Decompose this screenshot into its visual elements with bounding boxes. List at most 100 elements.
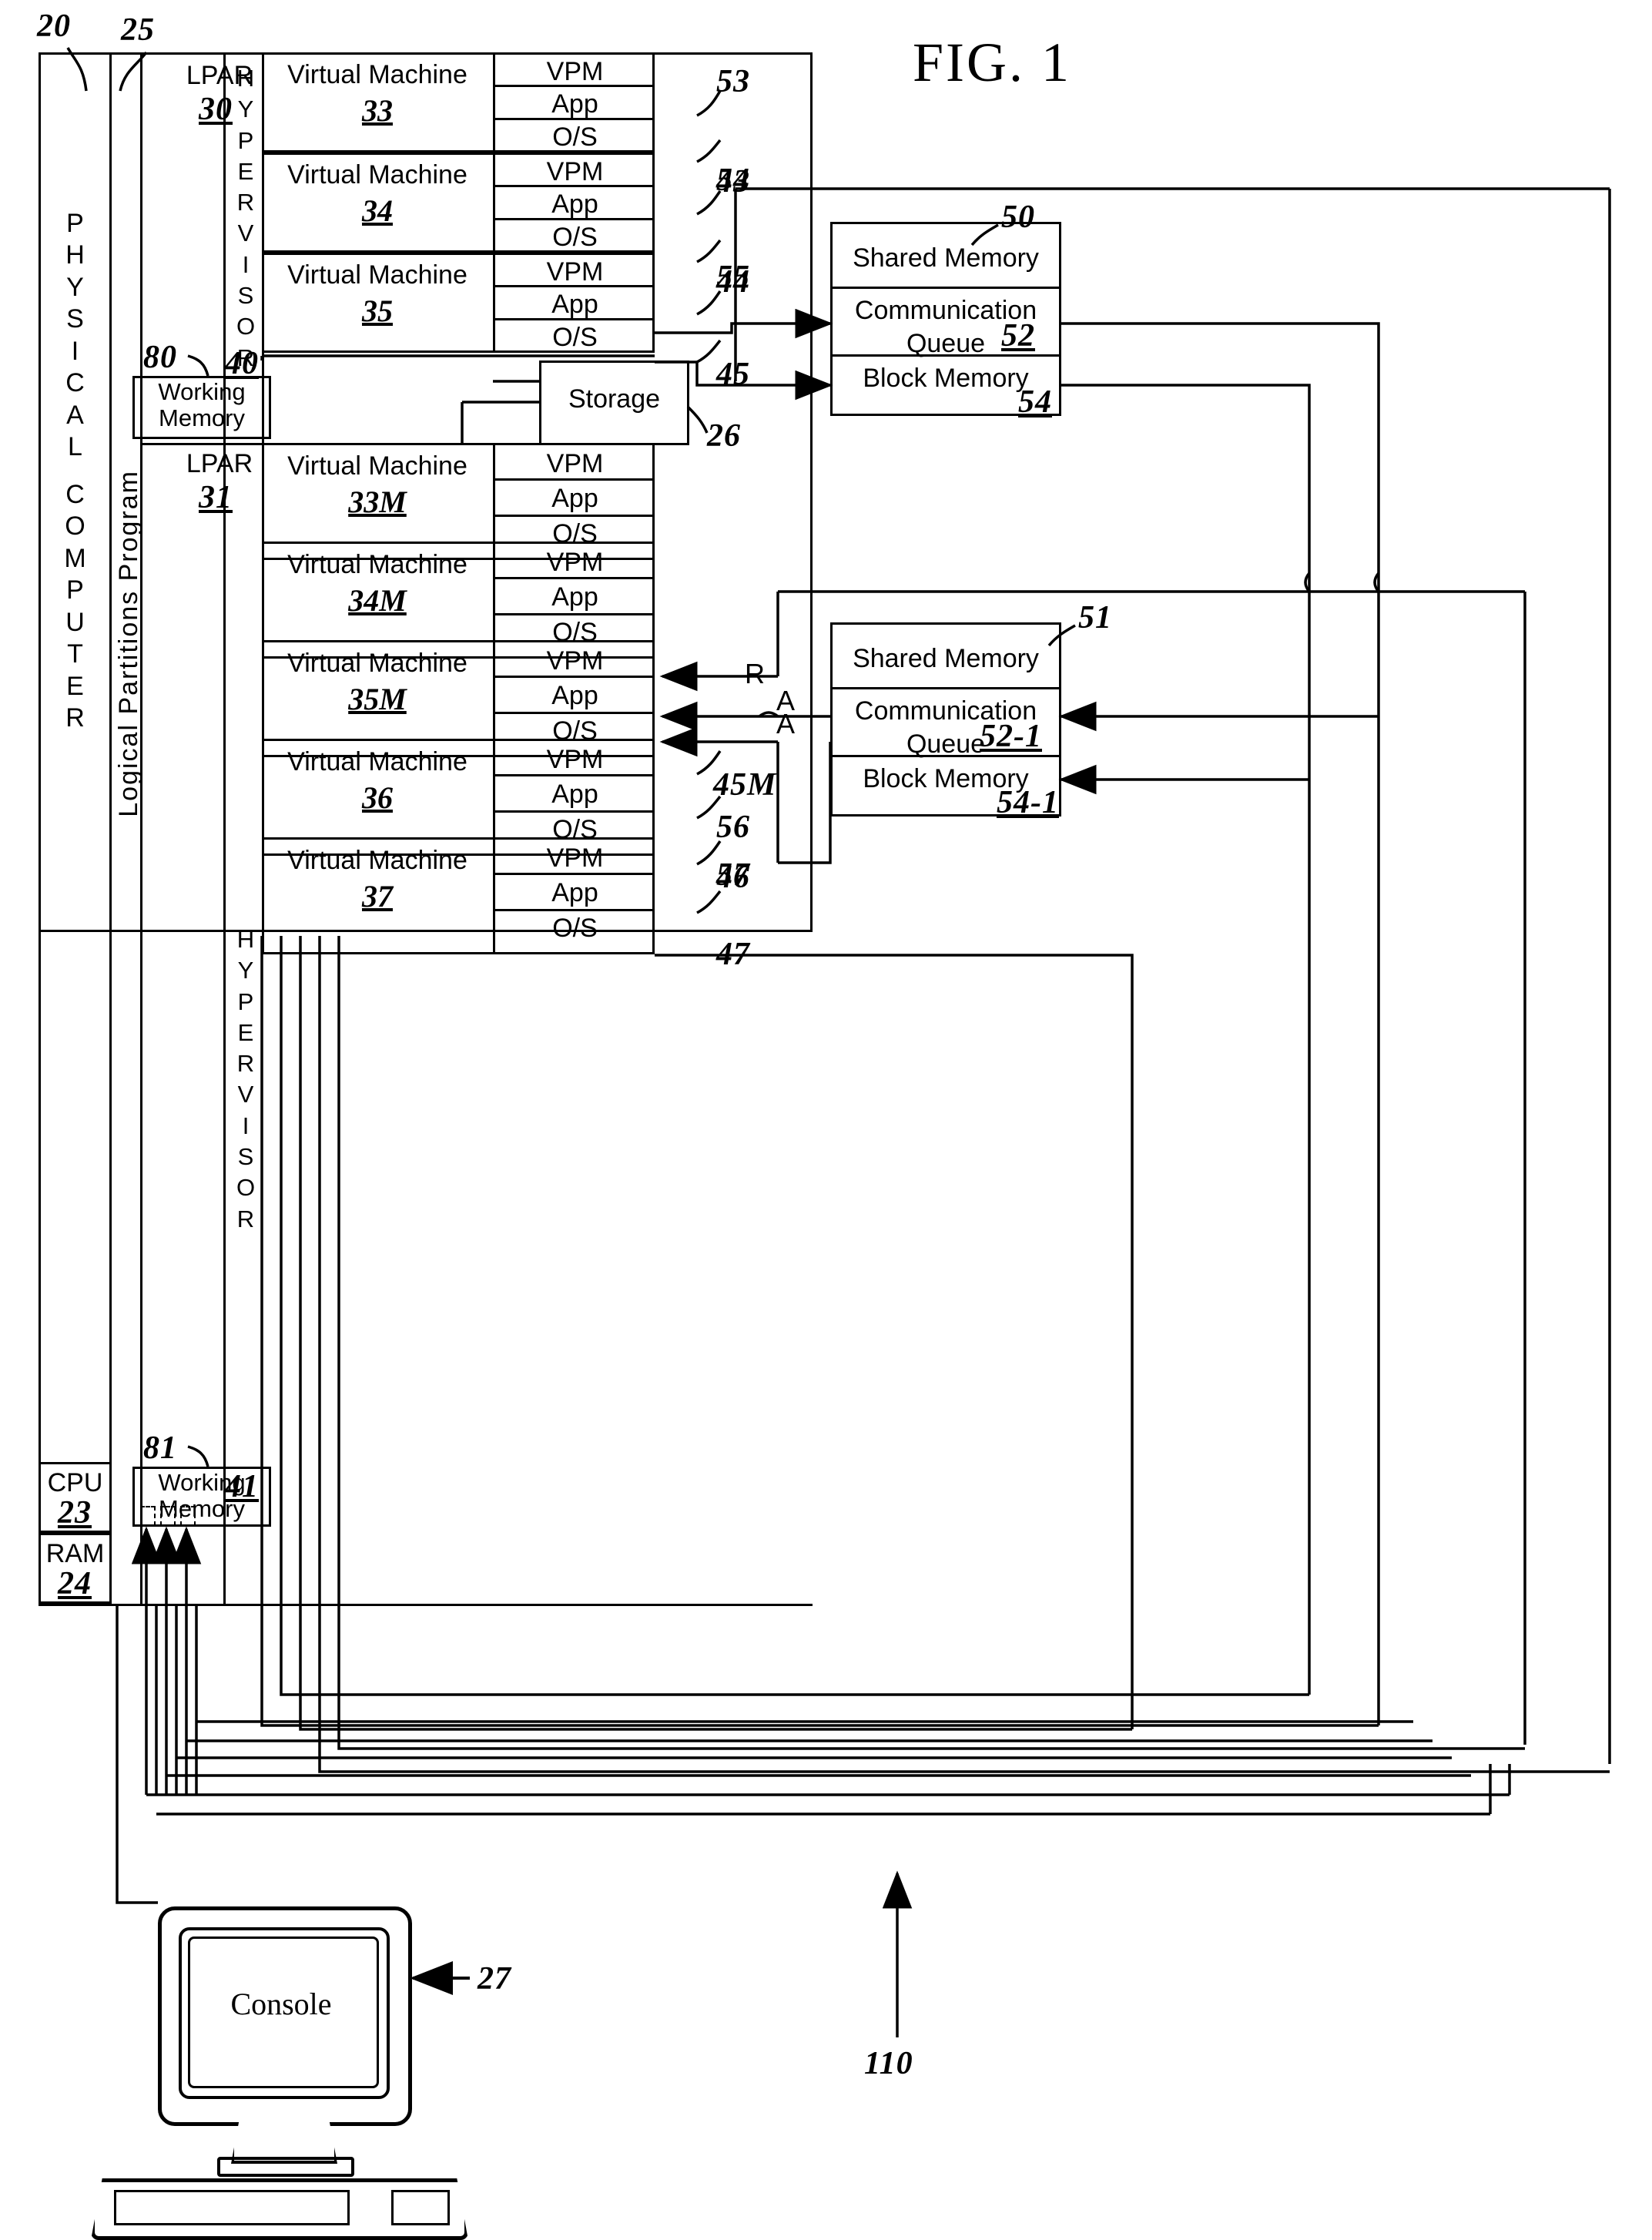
block-memory-54-ref: 54 (1018, 384, 1052, 420)
vm-35m-row-divider-2 (495, 712, 655, 714)
vm-34m-vpm-label: VPM (546, 548, 604, 577)
vm-35-ref: 35 (362, 293, 393, 328)
ref-81: 81 (143, 1430, 177, 1466)
vm-34-vpm-label: VPM (546, 157, 604, 186)
block-memory-54-1-ref: 54-1 (997, 785, 1059, 820)
vm-35m-vpm-label: VPM (546, 646, 604, 676)
vm-33m-app-label: App (551, 484, 598, 513)
vm-34-name-text: Virtual Machine (287, 160, 467, 189)
physical-computer-bottom-edge (39, 1604, 813, 1606)
vm-33-os-label: O/S (552, 122, 598, 152)
vm-33-name-text: Virtual Machine (287, 60, 467, 89)
ref-26: 26 (707, 418, 741, 454)
vm-34m-row-divider-2 (495, 613, 655, 615)
vm-35-vpm-label: VPM (546, 257, 604, 287)
ref-47: 47 (716, 937, 750, 972)
ref-56: 56 (716, 810, 750, 845)
vm-37-ref: 37 (362, 878, 393, 914)
vm-34-ref: 34 (362, 193, 393, 228)
vm-35-name-text: Virtual Machine (287, 260, 467, 290)
vm-33-ref: 33 (362, 92, 393, 128)
working-memory-81-port-2 (160, 1506, 176, 1526)
shared-memory-51-divider-1 (830, 687, 1061, 689)
hypervisor-41-label: HYPERVISOR (236, 926, 256, 1232)
ram-ref: 24 (58, 1566, 92, 1601)
block-memory-54-text: Block Memory (863, 364, 1029, 393)
vm-34m-ref: 34M (348, 582, 407, 618)
ref-57: 57 (716, 857, 750, 893)
ref-55: 55 (716, 260, 750, 295)
hypervisor-41-ref: 41 (225, 1469, 259, 1504)
vm-36-app-label: App (551, 780, 598, 809)
hypervisor-40-left-edge (223, 52, 226, 453)
vm-33-name: Virtual Machine 33 (262, 59, 493, 130)
arrow-label-a2: A (776, 708, 795, 739)
physical-computer-left-edge-lower (39, 932, 41, 1606)
vm-37-name-text: Virtual Machine (287, 846, 467, 875)
vm-33m-row-divider-2 (495, 515, 655, 517)
vm-37-app-label: App (551, 878, 598, 907)
physical-computer-col-divider (109, 52, 112, 932)
vm-34m-name-text: Virtual Machine (287, 550, 467, 579)
physical-computer-col-divider-lower (109, 932, 112, 1606)
vm-36-name: Virtual Machine 36 (262, 746, 493, 817)
working-memory-81-port-1 (140, 1506, 156, 1526)
vm-34-name: Virtual Machine 34 (262, 159, 493, 230)
vm-36-row-divider-2 (495, 810, 655, 813)
working-memory-80-label: Working Memory (158, 378, 246, 432)
vm-33m-name-text: Virtual Machine (287, 451, 467, 481)
ref-53: 53 (716, 64, 750, 99)
vm-33m-ref: 33M (348, 484, 407, 519)
vm-37-os-label: O/S (552, 914, 598, 943)
vm-33m-vpm-label: VPM (546, 449, 604, 478)
console-label: Console (230, 1987, 332, 2021)
ref-80: 80 (143, 340, 177, 375)
vm-33-vpm-label: VPM (546, 57, 604, 86)
vm-35-app-label: App (551, 290, 598, 319)
hypervisor-40-label: HYPERVISOR (236, 65, 256, 371)
console-stand-base (217, 2157, 354, 2177)
vm-35-name: Virtual Machine 35 (262, 259, 493, 330)
console-keyboard-numpad (391, 2190, 450, 2225)
lpar-31-ref: 31 (199, 480, 233, 515)
ref-110: 110 (864, 2046, 913, 2081)
ref-20: 20 (37, 8, 71, 44)
console-keyboard-keys (114, 2190, 350, 2225)
ref-51: 51 (1078, 600, 1112, 635)
storage-label: Storage (568, 384, 661, 414)
physical-computer-label: PH YS IC AL CO MP UT ER (64, 209, 86, 733)
shared-memory-51-label: Shared Memory (853, 644, 1039, 673)
arrow-label-r: R (745, 658, 765, 689)
ref-27: 27 (478, 1961, 511, 1997)
vm-35m-name: Virtual Machine 35M (262, 647, 493, 719)
vm-36-name-text: Virtual Machine (287, 747, 467, 776)
shared-memory-50-divider-1 (830, 287, 1061, 289)
vm-34m-app-label: App (551, 582, 598, 612)
vm-35m-app-label: App (551, 681, 598, 710)
vm-37-row-divider-2 (495, 909, 655, 911)
vm-37-vpm-label: VPM (546, 843, 604, 873)
vm-34-app-label: App (551, 189, 598, 219)
comm-queue-52-ref: 52 (1001, 318, 1035, 354)
comm-queue-52-1-ref: 52-1 (980, 719, 1042, 754)
shared-memory-50-label: Shared Memory (853, 243, 1039, 273)
hypervisor-40-ref: 40 (225, 346, 259, 381)
vm-35m-name-text: Virtual Machine (287, 649, 467, 678)
vm-33m-name: Virtual Machine 33M (262, 450, 493, 521)
ref-45: 45 (716, 357, 750, 392)
vm-35m-ref: 35M (348, 681, 407, 716)
working-memory-81-port-3 (180, 1506, 196, 1526)
vm-36-ref: 36 (362, 780, 393, 815)
vm-34m-name: Virtual Machine 34M (262, 548, 493, 620)
vm-34-os-label: O/S (552, 223, 598, 252)
vm-33-app-label: App (551, 89, 598, 119)
cpu-ref: 23 (58, 1495, 92, 1531)
vm-36-vpm-label: VPM (546, 745, 604, 774)
ref-25: 25 (121, 12, 155, 48)
figure-title: FIG. 1 (913, 32, 1072, 93)
vm-35-os-label: O/S (552, 323, 598, 352)
lpar-31-top-edge (140, 443, 263, 445)
vm-37-name: Virtual Machine 37 (262, 844, 493, 916)
ref-54: 54 (716, 163, 750, 198)
ref-45m: 45M (713, 767, 777, 803)
